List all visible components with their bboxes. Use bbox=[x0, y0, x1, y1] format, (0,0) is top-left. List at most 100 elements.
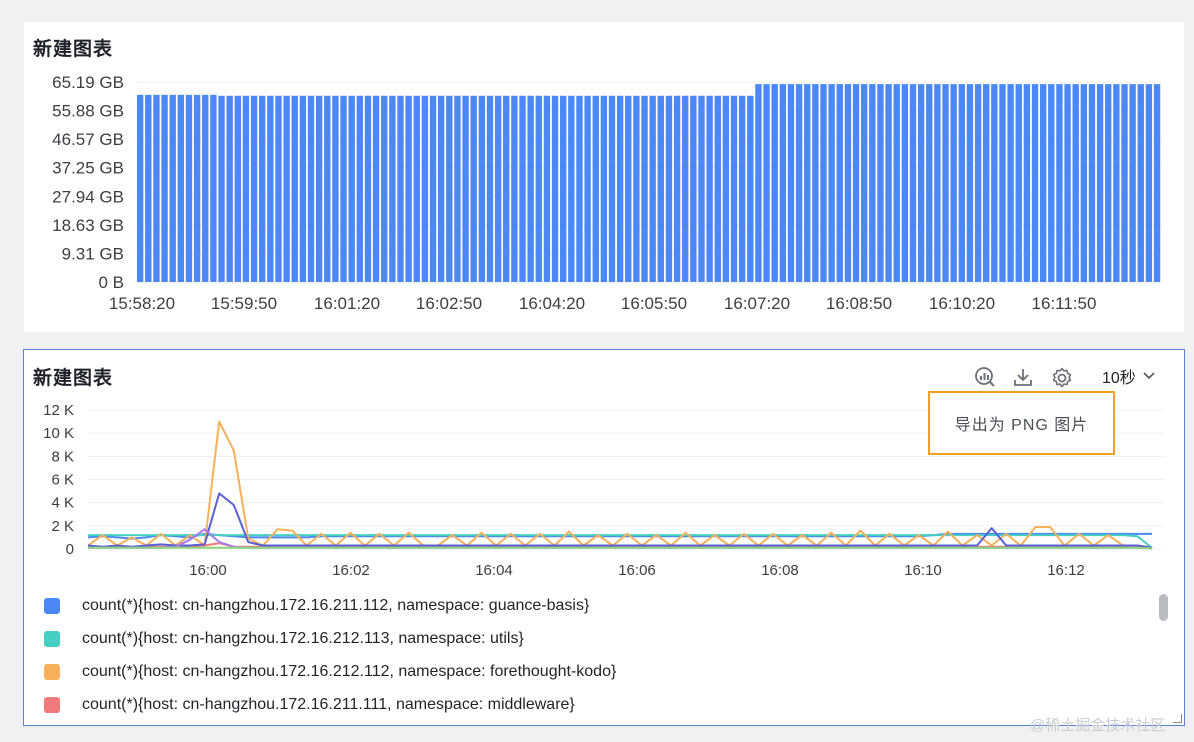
bar[interactable] bbox=[673, 95, 681, 282]
legend-item[interactable]: count(*){host: cn-hangzhou.172.16.211.11… bbox=[44, 594, 589, 618]
bar[interactable] bbox=[551, 95, 559, 282]
bar[interactable] bbox=[202, 94, 209, 282]
bar[interactable] bbox=[1088, 84, 1096, 282]
bar[interactable] bbox=[576, 95, 583, 282]
bar[interactable] bbox=[429, 95, 437, 282]
bar[interactable] bbox=[348, 95, 355, 282]
bar[interactable] bbox=[787, 84, 795, 282]
bar[interactable] bbox=[771, 84, 778, 282]
bar[interactable] bbox=[177, 94, 185, 282]
bar[interactable] bbox=[1039, 84, 1047, 282]
bar[interactable] bbox=[974, 84, 982, 282]
bar[interactable] bbox=[1129, 84, 1136, 282]
bar[interactable] bbox=[299, 95, 307, 282]
bar[interactable] bbox=[649, 95, 656, 282]
bar[interactable] bbox=[795, 84, 803, 282]
bar[interactable] bbox=[397, 95, 404, 282]
bar[interactable] bbox=[812, 84, 819, 282]
legend-item[interactable]: count(*){host: cn-hangzhou.172.16.212.11… bbox=[44, 627, 524, 651]
bar[interactable] bbox=[381, 95, 388, 282]
bar[interactable] bbox=[1153, 84, 1161, 282]
bar[interactable] bbox=[519, 95, 526, 282]
bar[interactable] bbox=[738, 95, 746, 282]
scrollbar-thumb[interactable] bbox=[1159, 594, 1168, 621]
bar[interactable] bbox=[926, 84, 933, 282]
bar[interactable] bbox=[665, 95, 673, 282]
bar[interactable] bbox=[137, 94, 144, 282]
bar[interactable] bbox=[1096, 84, 1104, 282]
bar[interactable] bbox=[942, 84, 949, 282]
bar[interactable] bbox=[820, 84, 827, 282]
bar[interactable] bbox=[1023, 84, 1031, 282]
bar[interactable] bbox=[616, 95, 624, 282]
bar[interactable] bbox=[909, 84, 917, 282]
bar[interactable] bbox=[356, 95, 363, 282]
bar[interactable] bbox=[568, 95, 575, 282]
resize-handle[interactable] bbox=[1173, 714, 1182, 723]
bar[interactable] bbox=[234, 95, 241, 282]
bar[interactable] bbox=[714, 95, 721, 282]
bar[interactable] bbox=[633, 95, 640, 282]
bar[interactable] bbox=[625, 95, 632, 282]
bar[interactable] bbox=[169, 94, 176, 282]
bar[interactable] bbox=[1048, 84, 1055, 282]
bar[interactable] bbox=[250, 95, 258, 282]
legend-item[interactable]: count(*){host: cn-hangzhou.172.16.211.11… bbox=[44, 693, 575, 717]
bar[interactable] bbox=[852, 84, 860, 282]
bar[interactable] bbox=[950, 84, 957, 282]
bar[interactable] bbox=[779, 84, 787, 282]
bar[interactable] bbox=[706, 95, 713, 282]
bar[interactable] bbox=[966, 84, 974, 282]
bar[interactable] bbox=[893, 84, 900, 282]
bar[interactable] bbox=[836, 84, 843, 282]
bar[interactable] bbox=[291, 95, 298, 282]
bar[interactable] bbox=[698, 95, 705, 282]
bar[interactable] bbox=[1105, 84, 1112, 282]
bar[interactable] bbox=[283, 95, 290, 282]
bar[interactable] bbox=[543, 95, 551, 282]
bar[interactable] bbox=[1064, 84, 1071, 282]
bar[interactable] bbox=[999, 84, 1006, 282]
bar[interactable] bbox=[324, 95, 331, 282]
bar[interactable] bbox=[153, 94, 160, 282]
bar[interactable] bbox=[462, 95, 469, 282]
bar[interactable] bbox=[592, 95, 599, 282]
bar[interactable] bbox=[991, 84, 998, 282]
bar[interactable] bbox=[315, 95, 323, 282]
bar[interactable] bbox=[421, 95, 429, 282]
bar[interactable] bbox=[641, 95, 648, 282]
bar[interactable] bbox=[869, 84, 876, 282]
bar[interactable] bbox=[478, 95, 486, 282]
bar[interactable] bbox=[1072, 84, 1079, 282]
bar[interactable] bbox=[730, 95, 738, 282]
bar[interactable] bbox=[747, 95, 754, 282]
bar[interactable] bbox=[340, 95, 347, 282]
bar[interactable] bbox=[755, 84, 762, 282]
bar[interactable] bbox=[185, 94, 193, 282]
bar[interactable] bbox=[259, 95, 266, 282]
bar[interactable] bbox=[1031, 84, 1039, 282]
bar[interactable] bbox=[1113, 84, 1120, 282]
bar[interactable] bbox=[210, 94, 217, 282]
bar[interactable] bbox=[511, 95, 518, 282]
bar[interactable] bbox=[722, 95, 730, 282]
bar[interactable] bbox=[682, 95, 689, 282]
bar[interactable] bbox=[1056, 84, 1063, 282]
bar[interactable] bbox=[486, 95, 494, 282]
bar[interactable] bbox=[275, 95, 282, 282]
bar[interactable] bbox=[877, 84, 884, 282]
bar[interactable] bbox=[437, 95, 445, 282]
bar[interactable] bbox=[763, 84, 770, 282]
bar[interactable] bbox=[161, 94, 168, 282]
bar[interactable] bbox=[193, 94, 201, 282]
bar[interactable] bbox=[405, 95, 412, 282]
bar[interactable] bbox=[454, 95, 461, 282]
bar[interactable] bbox=[885, 84, 892, 282]
bar[interactable] bbox=[503, 95, 510, 282]
bar[interactable] bbox=[226, 95, 233, 282]
bar[interactable] bbox=[861, 84, 868, 282]
bar[interactable] bbox=[470, 95, 477, 282]
series-line[interactable] bbox=[88, 546, 1153, 550]
bar[interactable] bbox=[917, 84, 925, 282]
bar[interactable] bbox=[657, 95, 664, 282]
